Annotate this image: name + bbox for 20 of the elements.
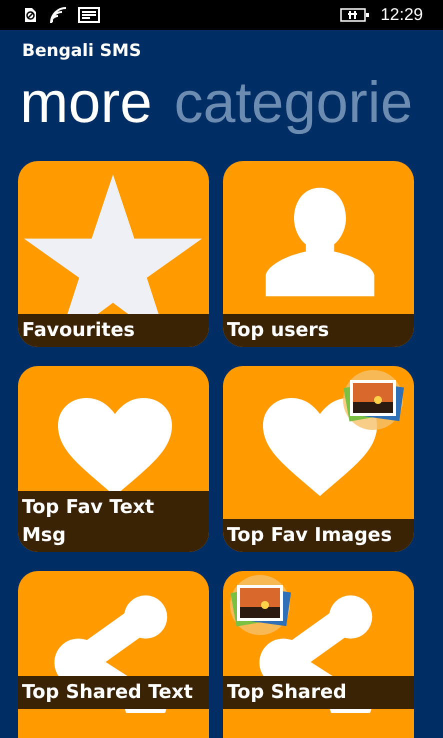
category-tile[interactable]: Top Shared Text — [18, 571, 209, 738]
category-tile[interactable]: Top Fav Images — [223, 366, 414, 552]
tile-label: Top Shared Text — [18, 676, 209, 709]
tile-label: Top users — [223, 314, 414, 347]
battery-charging-icon — [340, 7, 370, 23]
app-title: Bengali SMS — [21, 40, 142, 61]
clock-time: 12:29 — [380, 5, 423, 25]
pivot-header[interactable]: more — [20, 68, 152, 136]
sim-icon — [22, 7, 38, 23]
category-tile[interactable]: Top Shared — [223, 571, 414, 738]
tile-label: Favourites — [18, 314, 209, 347]
pivot-header[interactable]: categorie — [174, 68, 413, 136]
heart-icon — [263, 398, 377, 496]
category-tile[interactable]: Top Fav Text Msg — [18, 366, 209, 552]
tile-label: Top Fav Text Msg — [18, 491, 209, 552]
category-tile[interactable]: Top users — [223, 161, 414, 347]
category-tile[interactable]: Favourites — [18, 161, 209, 347]
tile-label: Top Fav Images — [223, 519, 414, 552]
tile-label: Top Shared — [223, 676, 414, 709]
message-icon — [78, 7, 100, 23]
